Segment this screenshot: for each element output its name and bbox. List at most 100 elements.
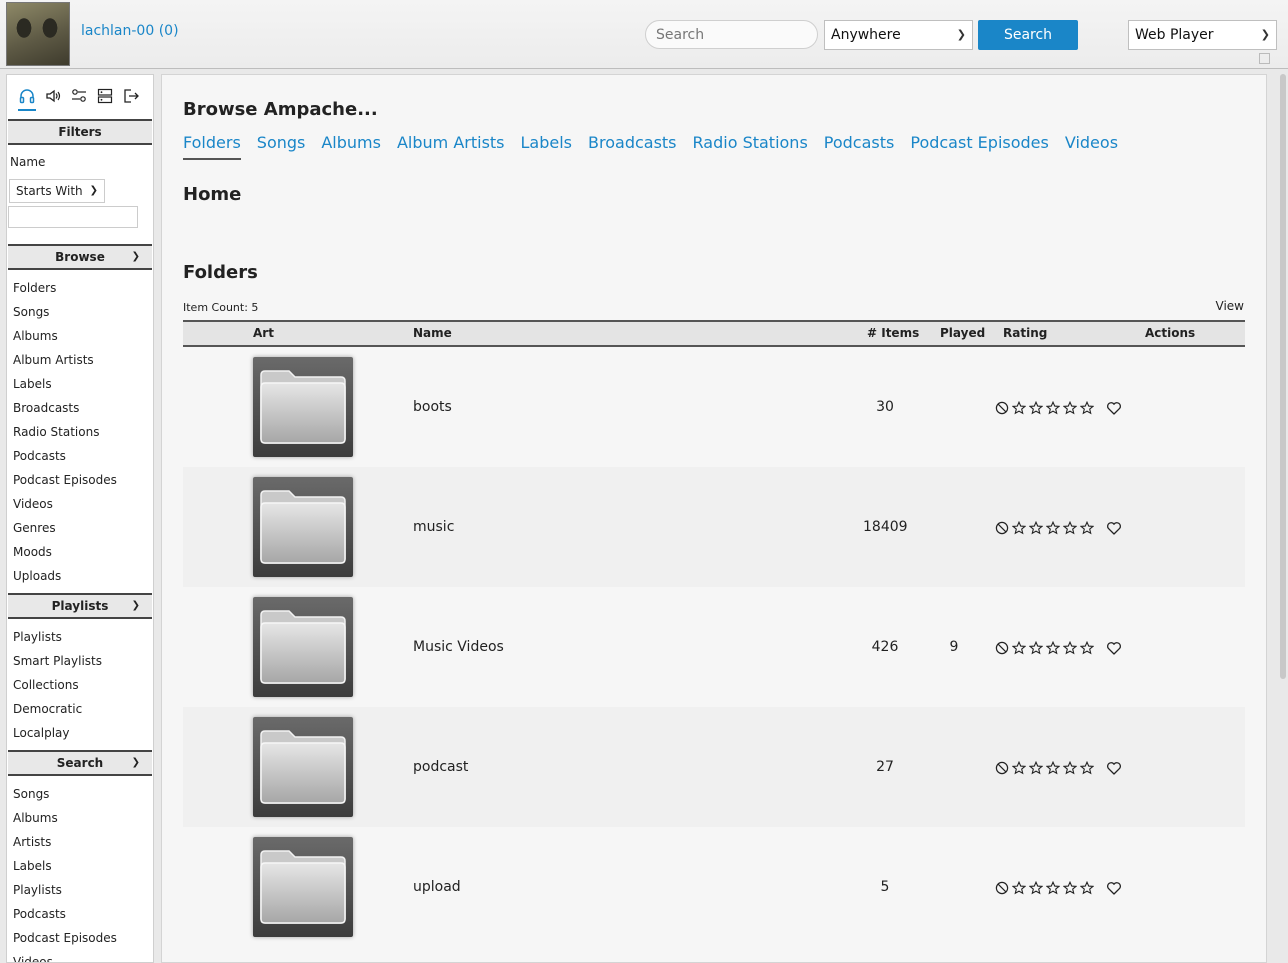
sidebar-item-album-artists[interactable]: Album Artists bbox=[7, 348, 153, 372]
sidebar-item-democratic[interactable]: Democratic bbox=[7, 697, 153, 721]
tab-songs[interactable]: Songs bbox=[257, 133, 306, 158]
view-link[interactable]: View bbox=[1216, 299, 1244, 313]
favorite-heart-icon[interactable] bbox=[1106, 520, 1122, 536]
sidebar-item-localplay[interactable]: Localplay bbox=[7, 721, 153, 745]
star-icon[interactable] bbox=[1028, 640, 1044, 655]
tab-podcast-episodes[interactable]: Podcast Episodes bbox=[910, 133, 1049, 158]
tab-album-artists[interactable]: Album Artists bbox=[397, 133, 505, 158]
star-icon[interactable] bbox=[1062, 400, 1078, 415]
sidebar-item-labels[interactable]: Labels bbox=[7, 854, 153, 878]
tab-videos[interactable]: Videos bbox=[1065, 133, 1118, 158]
star-icon[interactable] bbox=[1045, 760, 1061, 775]
sidebar-item-folders[interactable]: Folders bbox=[7, 276, 153, 300]
sidebar-item-podcast-episodes[interactable]: Podcast Episodes bbox=[7, 468, 153, 492]
search-button[interactable]: Search bbox=[978, 20, 1078, 50]
star-icon[interactable] bbox=[1028, 520, 1044, 535]
tab-broadcasts[interactable]: Broadcasts bbox=[588, 133, 677, 158]
star-icon[interactable] bbox=[1011, 880, 1027, 895]
sidebar-toggle-icon[interactable] bbox=[1259, 53, 1270, 64]
preferences-icon[interactable] bbox=[70, 87, 88, 105]
main-scrollbar[interactable] bbox=[1280, 74, 1286, 679]
search-header[interactable]: Search ❯ bbox=[8, 750, 152, 776]
sidebar-item-radio-stations[interactable]: Radio Stations bbox=[7, 420, 153, 444]
star-icon[interactable] bbox=[1028, 880, 1044, 895]
star-icon[interactable] bbox=[1028, 400, 1044, 415]
star-icon[interactable] bbox=[1062, 520, 1078, 535]
speaker-icon[interactable] bbox=[44, 87, 62, 105]
star-icon[interactable] bbox=[1011, 520, 1027, 535]
column-items[interactable]: # Items bbox=[867, 326, 919, 340]
avatar[interactable] bbox=[6, 2, 70, 66]
search-input[interactable] bbox=[645, 20, 818, 49]
favorite-heart-icon[interactable] bbox=[1106, 760, 1122, 776]
admin-icon[interactable] bbox=[96, 87, 114, 105]
star-icon[interactable] bbox=[1062, 760, 1078, 775]
sidebar-item-podcast-episodes[interactable]: Podcast Episodes bbox=[7, 926, 153, 950]
folder-icon[interactable] bbox=[253, 357, 353, 457]
folder-name-link[interactable]: music bbox=[413, 519, 454, 535]
clear-rating-icon[interactable] bbox=[995, 401, 1009, 415]
sidebar-item-videos[interactable]: Videos bbox=[7, 492, 153, 516]
star-icon[interactable] bbox=[1045, 880, 1061, 895]
star-icon[interactable] bbox=[1045, 400, 1061, 415]
sidebar-item-moods[interactable]: Moods bbox=[7, 540, 153, 564]
clear-rating-icon[interactable] bbox=[995, 521, 1009, 535]
table-row[interactable]: podcast 27 bbox=[183, 707, 1245, 827]
sidebar-item-songs[interactable]: Songs bbox=[7, 300, 153, 324]
table-row[interactable]: boots 30 bbox=[183, 347, 1245, 467]
player-select[interactable]: Web Player ❯ bbox=[1128, 20, 1277, 50]
logout-icon[interactable] bbox=[122, 87, 140, 105]
playlists-header[interactable]: Playlists ❯ bbox=[8, 593, 152, 619]
star-icon[interactable] bbox=[1079, 520, 1095, 535]
sidebar-item-artists[interactable]: Artists bbox=[7, 830, 153, 854]
table-row[interactable]: Music Videos 426 9 bbox=[183, 587, 1245, 707]
table-row[interactable]: music 18409 bbox=[183, 467, 1245, 587]
headphones-icon[interactable] bbox=[18, 87, 36, 105]
sidebar-item-videos[interactable]: Videos bbox=[7, 950, 153, 962]
filter-match-select[interactable]: Starts With ❯ bbox=[9, 179, 105, 203]
folder-name-link[interactable]: podcast bbox=[413, 759, 468, 775]
folder-icon[interactable] bbox=[253, 837, 353, 937]
star-icon[interactable] bbox=[1079, 400, 1095, 415]
star-icon[interactable] bbox=[1028, 760, 1044, 775]
tab-folders[interactable]: Folders bbox=[183, 133, 241, 160]
star-icon[interactable] bbox=[1079, 640, 1095, 655]
sidebar-item-smart-playlists[interactable]: Smart Playlists bbox=[7, 649, 153, 673]
column-rating[interactable]: Rating bbox=[1003, 326, 1047, 340]
star-icon[interactable] bbox=[1045, 520, 1061, 535]
star-icon[interactable] bbox=[1062, 640, 1078, 655]
star-icon[interactable] bbox=[1011, 640, 1027, 655]
sidebar-item-albums[interactable]: Albums bbox=[7, 806, 153, 830]
search-scope-select[interactable]: Anywhere ❯ bbox=[824, 20, 973, 50]
tab-labels[interactable]: Labels bbox=[521, 133, 573, 158]
folder-name-link[interactable]: boots bbox=[413, 399, 452, 415]
sidebar-item-songs[interactable]: Songs bbox=[7, 782, 153, 806]
star-icon[interactable] bbox=[1011, 400, 1027, 415]
sidebar-item-labels[interactable]: Labels bbox=[7, 372, 153, 396]
tab-podcasts[interactable]: Podcasts bbox=[824, 133, 895, 158]
sidebar-item-albums[interactable]: Albums bbox=[7, 324, 153, 348]
clear-rating-icon[interactable] bbox=[995, 761, 1009, 775]
clear-rating-icon[interactable] bbox=[995, 641, 1009, 655]
sidebar-item-playlists[interactable]: Playlists bbox=[7, 625, 153, 649]
favorite-heart-icon[interactable] bbox=[1106, 640, 1122, 656]
star-icon[interactable] bbox=[1011, 760, 1027, 775]
browse-header[interactable]: Browse ❯ bbox=[8, 244, 152, 270]
sidebar-item-broadcasts[interactable]: Broadcasts bbox=[7, 396, 153, 420]
sidebar-item-genres[interactable]: Genres bbox=[7, 516, 153, 540]
sidebar-item-playlists[interactable]: Playlists bbox=[7, 878, 153, 902]
star-icon[interactable] bbox=[1045, 640, 1061, 655]
filter-input[interactable] bbox=[8, 206, 138, 228]
column-name[interactable]: Name bbox=[413, 326, 452, 340]
favorite-heart-icon[interactable] bbox=[1106, 400, 1122, 416]
folder-name-link[interactable]: upload bbox=[413, 879, 461, 895]
sidebar-item-uploads[interactable]: Uploads bbox=[7, 564, 153, 588]
column-played[interactable]: Played bbox=[940, 326, 985, 340]
username-link[interactable]: lachlan-00 (0) bbox=[81, 23, 179, 39]
sidebar-item-collections[interactable]: Collections bbox=[7, 673, 153, 697]
folder-icon[interactable] bbox=[253, 597, 353, 697]
column-art[interactable]: Art bbox=[253, 326, 274, 340]
tab-radio-stations[interactable]: Radio Stations bbox=[693, 133, 808, 158]
clear-rating-icon[interactable] bbox=[995, 881, 1009, 895]
favorite-heart-icon[interactable] bbox=[1106, 880, 1122, 896]
